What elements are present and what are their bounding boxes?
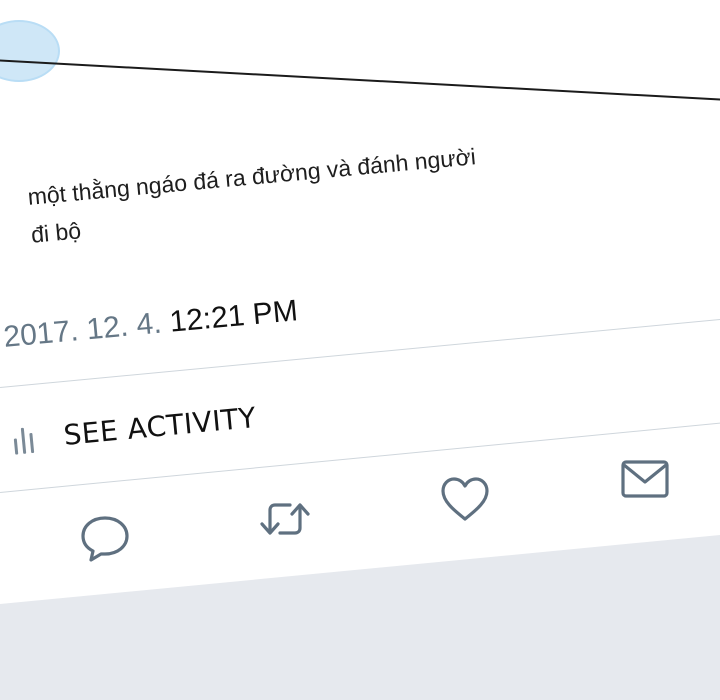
footer-background <box>0 535 720 700</box>
speech-bubble-icon <box>81 516 129 562</box>
direct-message-button[interactable] <box>618 452 672 506</box>
tweet-timestamp[interactable]: 2017. 12. 4. 12:21 PM <box>2 273 523 356</box>
reply-button[interactable] <box>78 510 132 564</box>
tweet-time: 12:21 PM <box>168 294 300 339</box>
tweet-card: một thằng ngáo đá ra đường và đánh người… <box>0 0 720 700</box>
tweet-text: một thằng ngáo đá ra đường và đánh người… <box>26 143 477 248</box>
like-button[interactable] <box>438 472 492 526</box>
retweet-button[interactable] <box>258 492 312 546</box>
card-top-border <box>0 59 720 103</box>
avatar[interactable] <box>0 20 60 82</box>
bar-chart-icon <box>10 423 39 455</box>
heart-icon <box>441 477 489 521</box>
tweet-date: 2017. 12. 4. <box>2 306 163 354</box>
envelope-icon <box>621 460 669 498</box>
retweet-arrows-icon <box>260 503 310 535</box>
see-activity-label: SEE ACTIVITY <box>62 400 258 452</box>
